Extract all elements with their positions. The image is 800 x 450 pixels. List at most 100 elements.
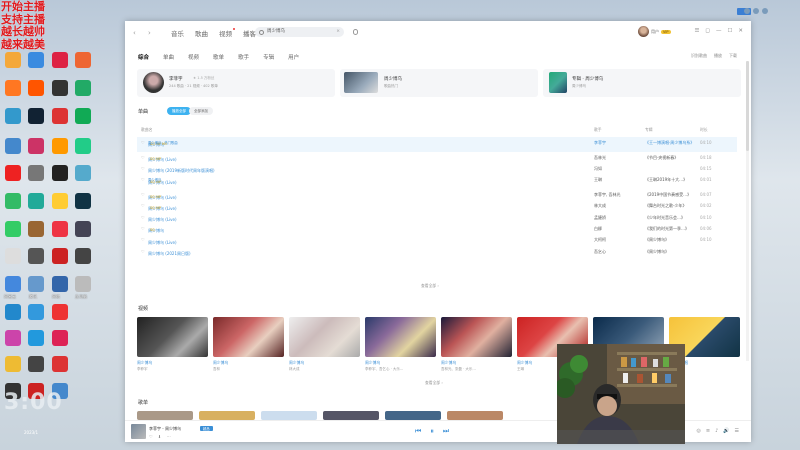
desktop-app-icon[interactable] — [5, 165, 21, 181]
desktop-app-icon[interactable] — [52, 356, 68, 372]
close-icon[interactable]: ✕ — [738, 28, 743, 34]
desktop-app-icon[interactable] — [28, 80, 44, 96]
heart-icon[interactable]: ♡ — [141, 192, 145, 197]
video-card[interactable]: 周少博乌 李菲宇 — [137, 317, 208, 372]
playlist-thumbnail[interactable] — [447, 411, 503, 420]
desktop-app-icon[interactable] — [52, 304, 68, 320]
song-artist[interactable]: 吾林光 — [594, 155, 606, 161]
desktop-app-icon[interactable] — [52, 80, 68, 96]
desktop-app-icon[interactable] — [28, 304, 44, 320]
song-album[interactable]: 《2019中国节奏感受…》 — [645, 192, 691, 198]
more-videos-link[interactable]: 查看全部 › — [425, 380, 443, 386]
song-artist[interactable]: 吾乞心 — [594, 249, 606, 255]
desktop-app-icon[interactable] — [5, 248, 21, 264]
desktop-app-icon[interactable] — [28, 108, 44, 124]
video-thumbnail[interactable] — [289, 317, 360, 357]
forward-button[interactable]: › — [148, 29, 156, 37]
song-album[interactable]: 《我们的时光第一季…》 — [645, 226, 689, 232]
video-title[interactable]: 周少博乌 — [137, 360, 208, 366]
desktop-app-icon[interactable] — [52, 276, 68, 292]
user-name[interactable]: 用户 — [651, 29, 659, 35]
song-artist[interactable]: 王琳 — [594, 177, 602, 183]
desktop-app-icon[interactable] — [52, 330, 68, 346]
video-thumbnail[interactable] — [441, 317, 512, 357]
tab-albums[interactable]: 专辑 — [263, 53, 274, 61]
desktop-app-icon[interactable] — [52, 138, 68, 154]
tab-podcast[interactable]: 播客 — [243, 28, 256, 38]
desktop-app-icon[interactable] — [5, 108, 21, 124]
video-card[interactable]: 周少博乌 林大成 — [289, 317, 360, 372]
microphone-icon[interactable] — [353, 29, 358, 35]
tab-videos[interactable]: 视频 — [188, 53, 199, 61]
song-album[interactable]: 《周少博乌》 — [645, 249, 669, 255]
song-artist[interactable]: 李菲宇 — [594, 140, 606, 146]
artist-card[interactable]: 李菲宇 ★ 1.5 万粉丝 244 歌曲 · 21 视频 · 402 歌单 — [137, 69, 335, 97]
playlist-thumbnail[interactable] — [199, 411, 255, 420]
heart-icon[interactable]: ♡ — [141, 177, 145, 182]
desktop-app-icon[interactable] — [28, 248, 44, 264]
desktop-app-icon[interactable] — [5, 330, 21, 346]
minimize-icon[interactable]: — — [716, 28, 722, 34]
volume-icon[interactable]: 🔊 — [723, 428, 729, 434]
table-row[interactable]: ♡ 周少博乌 (Live) SQ VIP 吾林光 《节目·央视新春》 04:18 — [137, 152, 737, 163]
desktop-app-icon[interactable] — [5, 221, 21, 237]
desktop-app-icon[interactable] — [5, 193, 21, 209]
tab-users[interactable]: 用户 — [288, 53, 299, 61]
search-input[interactable]: 周少博乌 × — [255, 27, 344, 37]
add-all-button[interactable]: 全部添加 — [189, 107, 213, 115]
desktop-app-icon[interactable] — [5, 52, 21, 68]
playlist-thumbnail[interactable] — [261, 411, 317, 420]
previous-icon[interactable]: ⏮ — [415, 427, 421, 436]
song-artist[interactable]: 冯如 — [594, 166, 602, 172]
now-playing-cover[interactable] — [131, 424, 146, 439]
download-link[interactable]: 下载 — [729, 53, 737, 59]
more-songs-link[interactable]: 查看全部 › — [421, 283, 439, 289]
vip-badge[interactable]: VIP — [661, 29, 671, 34]
song-artist[interactable]: 白柳 — [594, 226, 602, 232]
identify-song-link[interactable]: 识别歌曲 — [691, 53, 707, 59]
desktop-app-icon[interactable] — [28, 138, 44, 154]
user-area[interactable]: 用户 VIP — [638, 26, 671, 37]
desktop-app-icon[interactable] — [75, 138, 91, 154]
effects-icon[interactable]: ♪ — [715, 428, 718, 434]
scrollbar-thumb[interactable] — [746, 61, 749, 151]
tab-playlists[interactable]: 歌单 — [213, 53, 224, 61]
table-row[interactable]: ♡ 周少博乌 (Live) 大柯柯 《周少博乌》 04:10 — [137, 235, 737, 246]
desktop-app-icon[interactable] — [28, 221, 44, 237]
song-album[interactable]: 《王琳2019年十大…》 — [645, 177, 687, 183]
video-thumbnail[interactable] — [137, 317, 208, 357]
heart-icon[interactable]: ♡ — [141, 249, 145, 254]
desktop-app-icon[interactable] — [52, 221, 68, 237]
next-icon[interactable]: ⏭ — [443, 427, 449, 436]
play-link[interactable]: 播放 — [714, 53, 722, 59]
play-all-button[interactable]: 播放全部 — [167, 107, 191, 115]
desktop-app-icon[interactable] — [5, 80, 21, 96]
menu-icon[interactable]: ☰ — [694, 28, 699, 34]
song-album[interactable]: 《舞台时光之歌-少年》 — [645, 203, 686, 209]
desktop-app-icon[interactable] — [5, 304, 21, 320]
tab-all[interactable]: 综合 — [138, 53, 149, 61]
mini-mode-icon[interactable]: ◻ — [705, 28, 710, 34]
desktop-app-icon[interactable] — [75, 80, 91, 96]
now-playing-actions[interactable]: ♡ ⬇ ⋯ — [149, 434, 172, 439]
video-title[interactable]: 周少博乌 — [289, 360, 360, 366]
desktop-app-icon[interactable] — [75, 276, 91, 292]
lyrics-icon[interactable]: ≡ — [706, 428, 710, 434]
playlist-thumbnail[interactable] — [323, 411, 379, 420]
song-artist[interactable]: 林大成 — [594, 203, 606, 209]
desktop-app-icon[interactable] — [75, 221, 91, 237]
maximize-icon[interactable]: ☐ — [727, 28, 732, 34]
now-playing-title[interactable]: 李菲宇 - 周少博乌 — [149, 426, 181, 432]
clear-search-icon[interactable]: × — [336, 27, 340, 37]
desktop-app-icon[interactable] — [28, 52, 44, 68]
desktop-app-icon[interactable] — [28, 165, 44, 181]
album-card[interactable]: 专辑 · 周少博乌 周少博乌 — [543, 69, 741, 97]
desktop-app-icon[interactable] — [75, 165, 91, 181]
quality-badge[interactable]: 超品 — [200, 426, 213, 431]
playlist-icon[interactable]: ☰ — [735, 428, 739, 434]
desktop-app-icon[interactable] — [28, 330, 44, 346]
table-row[interactable]: ♡ 周少博乌 (2019新版时代周年版演唱) 冯如 04:15 — [137, 163, 737, 174]
table-row[interactable]: ♡ 周少博乌 (Live) SQ VIP 李菲宇, 吾林光 《2019中国节奏感受… — [137, 190, 737, 201]
table-row[interactable]: ♡ 周少博乌 (Live) SQ VIP 林大成 《舞台时光之歌-少年》 04:0… — [137, 201, 737, 212]
desktop-app-icon[interactable] — [75, 52, 91, 68]
